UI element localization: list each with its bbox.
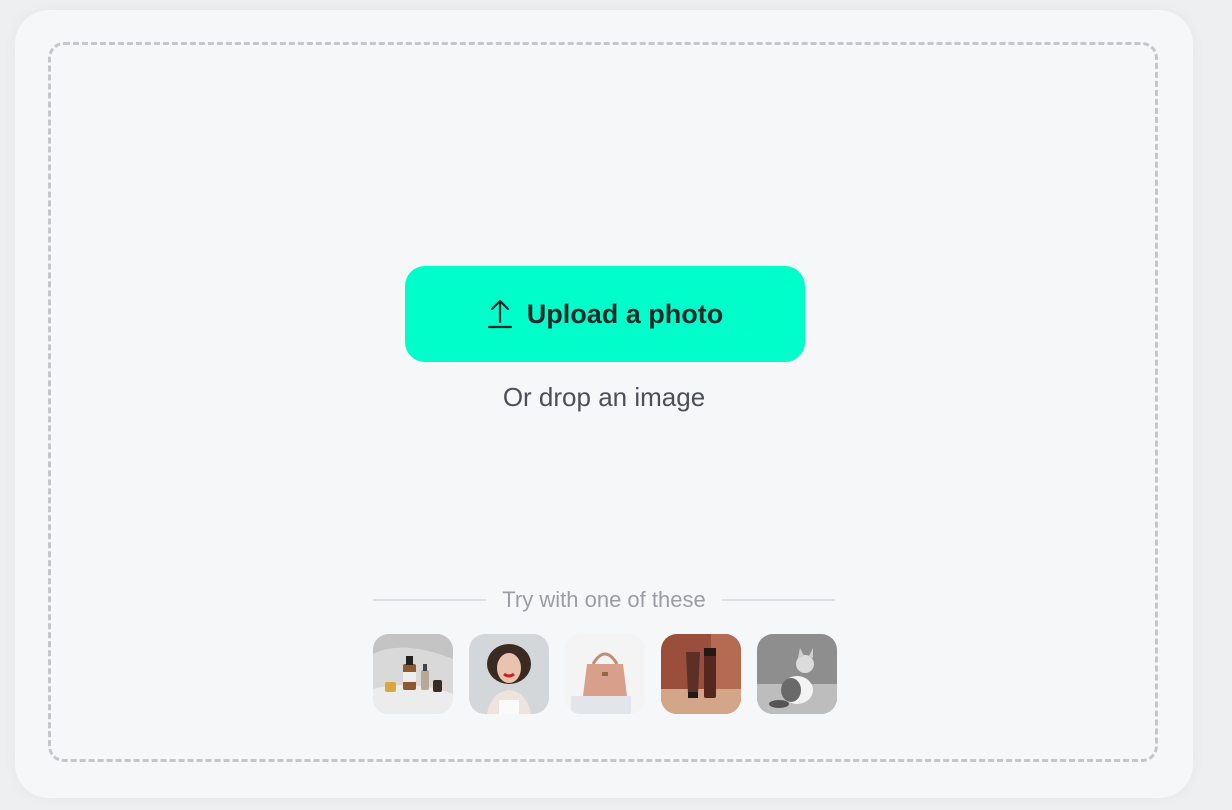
sample-brown-cosmetic-tubes[interactable]: [661, 634, 741, 714]
divider-left: [373, 599, 487, 601]
sample-skincare-bottles[interactable]: [373, 634, 453, 714]
samples-heading: Try with one of these: [502, 587, 706, 612]
upload-arrow-icon: [487, 298, 513, 330]
upload-card: Upload a photo Or drop an image Try with…: [15, 10, 1193, 798]
samples-heading-row: Try with one of these: [373, 585, 835, 615]
drop-image-hint: Or drop an image: [502, 382, 706, 412]
sample-smiling-woman[interactable]: [469, 634, 549, 714]
sample-images: [373, 634, 837, 714]
sample-pink-handbag[interactable]: [565, 634, 645, 714]
upload-photo-button[interactable]: Upload a photo: [405, 266, 805, 362]
divider-right: [721, 599, 835, 601]
upload-photo-label: Upload a photo: [526, 298, 724, 329]
sample-kitten[interactable]: [757, 634, 837, 714]
